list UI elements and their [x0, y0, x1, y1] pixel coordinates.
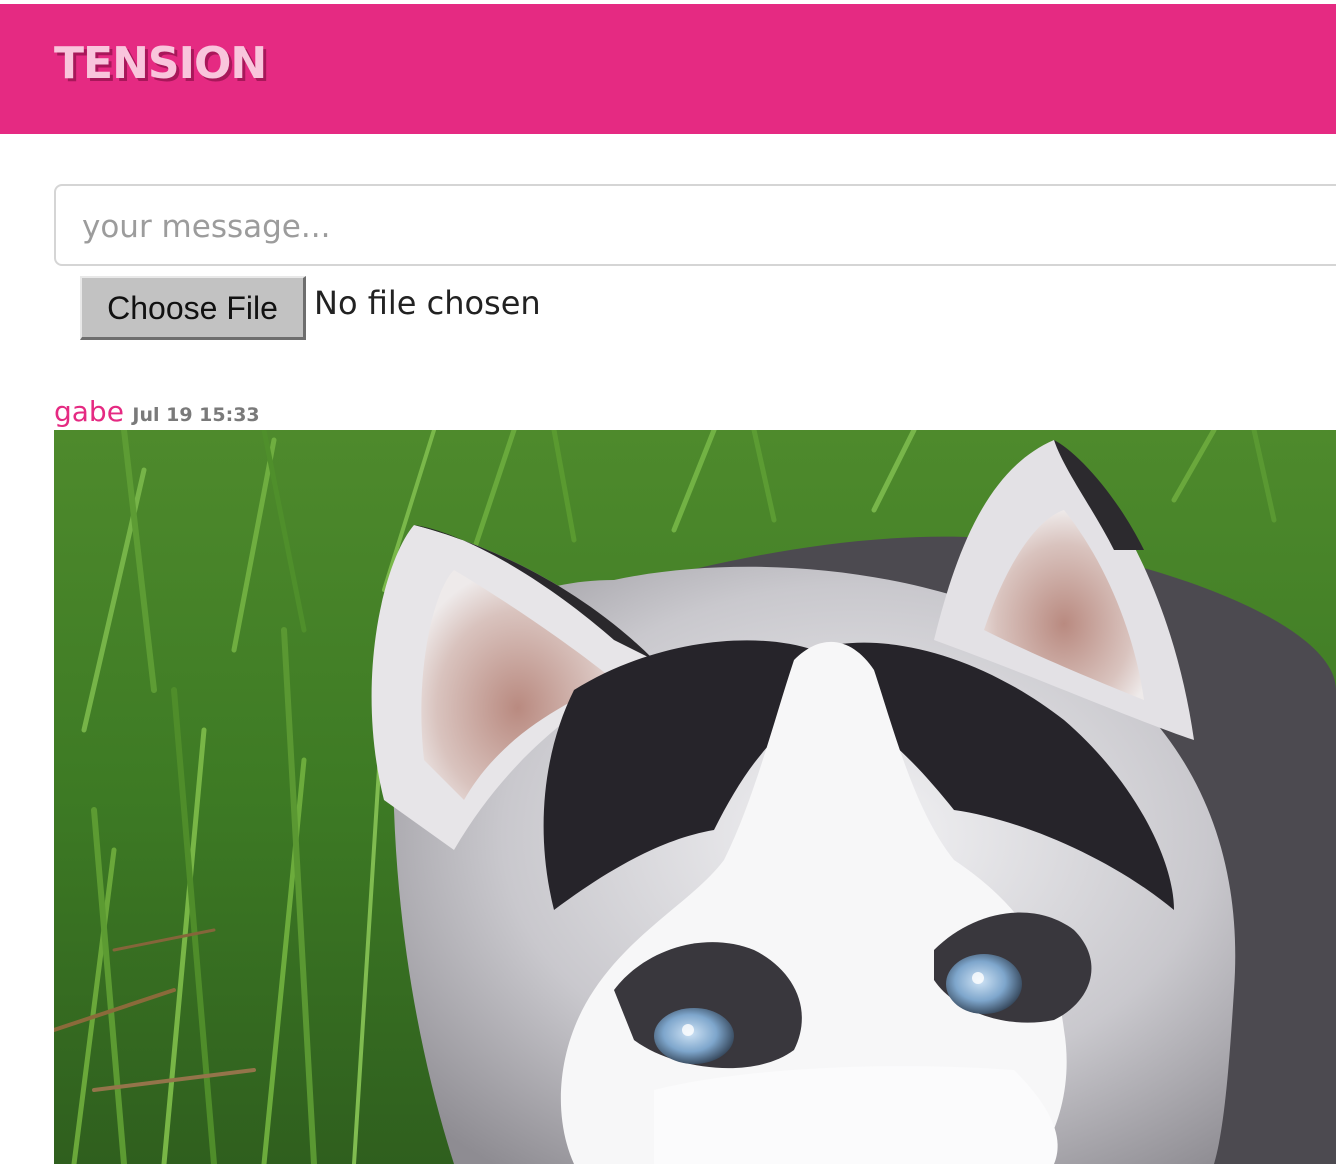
message-timestamp: Jul 19 15:33 — [132, 404, 260, 426]
message-author[interactable]: gabe — [54, 395, 124, 428]
file-status-label: No file chosen — [314, 284, 541, 322]
app-logo-title[interactable]: TENSION — [54, 42, 267, 86]
message-composer — [54, 184, 1336, 266]
app-header: TENSION — [0, 4, 1336, 134]
message-image[interactable] — [54, 430, 1336, 1164]
choose-file-button[interactable]: Choose File — [80, 276, 306, 340]
husky-puppy-photo — [54, 430, 1336, 1164]
message-header: gabe Jul 19 15:33 — [54, 398, 260, 426]
message-input[interactable] — [80, 204, 1284, 250]
